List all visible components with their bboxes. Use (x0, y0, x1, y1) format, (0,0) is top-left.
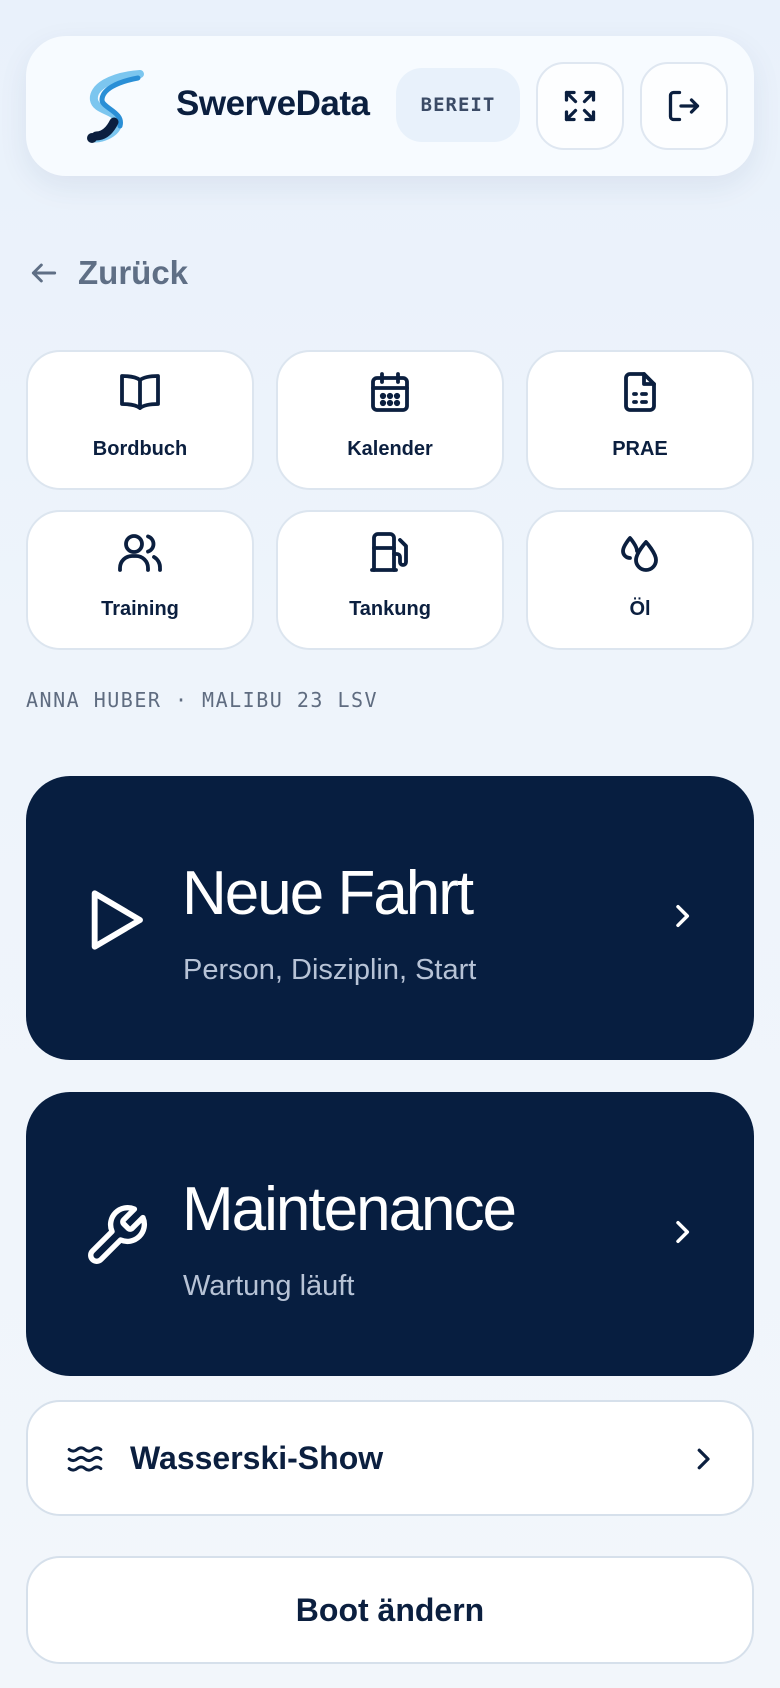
wrench-icon (88, 1204, 148, 1264)
tile-kalender[interactable]: Kalender (276, 350, 504, 490)
book-icon (120, 374, 160, 410)
tile-tankung[interactable]: Tankung (276, 510, 504, 650)
calendar-icon (371, 372, 409, 412)
users-icon (118, 534, 162, 572)
chevron-right-icon (676, 904, 690, 928)
status-badge: BEREIT (396, 68, 520, 142)
tile-label: Bordbuch (92, 438, 188, 460)
tile-label: PRAE (612, 438, 668, 460)
logout-button[interactable] (640, 62, 728, 150)
back-label: Zurück (78, 254, 189, 291)
chevron-right-icon (697, 1448, 710, 1470)
tile-label: Tankung (349, 598, 431, 620)
waves-icon (67, 1446, 103, 1472)
app-header: SwerveData BEREIT (26, 36, 754, 176)
document-icon (624, 372, 656, 412)
change-boat-button[interactable]: Boot ändern (26, 1556, 754, 1664)
play-icon (91, 890, 143, 950)
expand-icon (564, 90, 596, 122)
swervedata-logo (70, 70, 154, 144)
pilot-boat-info: ANNA HUBER · MALIBU 23 LSV (26, 688, 379, 712)
tile-prae[interactable]: PRAE (526, 350, 754, 490)
fuel-icon (370, 532, 408, 572)
maintenance-card[interactable]: Maintenance Wartung läuft (26, 1092, 754, 1376)
new-ride-title: Neue Fahrt (182, 859, 474, 928)
wasserski-show-row[interactable]: Wasserski-Show (26, 1400, 754, 1516)
maintenance-title: Maintenance (182, 1175, 517, 1244)
new-ride-subtitle: Person, Disziplin, Start (183, 954, 477, 986)
tile-label: Öl (629, 598, 651, 620)
fullscreen-button[interactable] (536, 62, 624, 150)
tile-oel[interactable]: Öl (526, 510, 754, 650)
tile-label: Training (101, 598, 179, 620)
arrow-left-icon (31, 263, 57, 283)
logout-icon (668, 90, 700, 122)
tile-training[interactable]: Training (26, 510, 254, 650)
droplets-icon (621, 536, 658, 572)
chevron-right-icon (676, 1220, 690, 1244)
brand-name: SwerveData (176, 84, 370, 123)
tile-bordbuch[interactable]: Bordbuch (26, 350, 254, 490)
new-ride-card[interactable]: Neue Fahrt Person, Disziplin, Start (26, 776, 754, 1060)
tile-label: Kalender (347, 438, 433, 460)
maintenance-subtitle: Wartung läuft (183, 1270, 355, 1302)
back-link[interactable]: Zurück (28, 254, 188, 292)
wasserski-show-label: Wasserski-Show (130, 1440, 384, 1476)
